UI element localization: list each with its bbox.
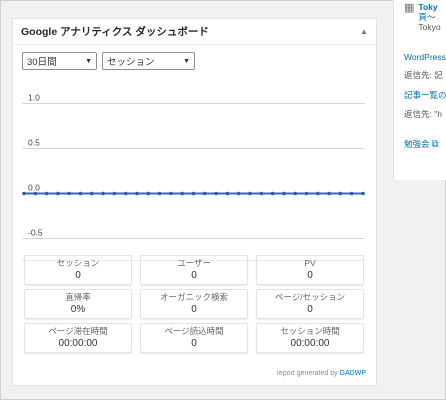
report-footer: report generated by GADWP: [276, 370, 366, 377]
metric-card-bounce-rate: 直帰率 0%: [24, 289, 132, 319]
y-tick-label: -0.5: [28, 228, 43, 238]
data-point[interactable]: [135, 191, 139, 196]
data-point[interactable]: [56, 191, 60, 196]
data-point[interactable]: [123, 191, 128, 196]
chevron-down-icon: ▼: [183, 57, 190, 65]
data-point[interactable]: [236, 191, 241, 196]
metric-select[interactable]: セッション ▼: [102, 52, 195, 70]
widget-title: Google アナリティクス ダッシュボード: [21, 26, 209, 38]
data-point[interactable]: [169, 191, 173, 196]
metric-value: 00:00:00: [290, 338, 330, 349]
data-point[interactable]: [248, 191, 252, 196]
calendar-icon: ▦: [404, 2, 415, 14]
metric-label: セッション時間: [280, 326, 340, 336]
data-point[interactable]: [203, 191, 207, 196]
widget-header[interactable]: Google アナリティクス ダッシュボード ▲: [13, 19, 376, 45]
metric-label: 直帰率: [65, 292, 91, 302]
data-point[interactable]: [338, 191, 343, 196]
metric-value: 0: [191, 304, 197, 315]
data-point[interactable]: [101, 191, 105, 196]
data-point[interactable]: [361, 191, 365, 196]
metric-value: 0: [307, 270, 313, 281]
event-date: 頁〜: [418, 12, 436, 22]
analytics-widget: Google アナリティクス ダッシュボード ▲ 30日間 ▼ セッション ▼ …: [12, 18, 377, 386]
metric-value: 00:00:00: [58, 338, 98, 349]
metric-label: ユーザー: [177, 258, 211, 268]
event-title[interactable]: Toky: [418, 2, 440, 12]
metric-select-value: セッション: [107, 57, 155, 68]
metric-card-sessions: セッション 0: [24, 255, 132, 285]
data-point[interactable]: [33, 191, 38, 196]
meetup-link[interactable]: 勉強会 ⧉: [404, 138, 439, 150]
right-dashboard-panel: ▦ Toky 頁〜 Tokyo WordPress 返信先: 記 記事一覧の 返…: [393, 0, 446, 180]
comment-reply-item[interactable]: 返信先: 記: [404, 69, 443, 81]
y-tick-label: 0.5: [28, 138, 40, 148]
event-details: Toky 頁〜 Tokyo: [418, 2, 440, 32]
data-point[interactable]: [316, 191, 320, 196]
data-point[interactable]: [327, 191, 331, 196]
metric-card-organic-search: オーガニック検索 0: [140, 289, 248, 319]
metric-card-users: ユーザー 0: [140, 255, 248, 285]
chevron-down-icon: ▼: [85, 57, 92, 65]
period-select[interactable]: 30日間 ▼: [22, 52, 97, 70]
metric-label: セッション: [56, 258, 100, 268]
triangle-up-icon[interactable]: ▲: [360, 27, 368, 36]
metric-card-time-on-page: ページ滞在時間 00:00:00: [24, 323, 132, 353]
data-point[interactable]: [22, 191, 26, 196]
news-link[interactable]: WordPress: [404, 52, 446, 62]
metric-value: 0: [191, 338, 197, 349]
metric-value: 0%: [70, 304, 86, 315]
metric-card-pages-per-session: ページ/セッション 0: [256, 289, 364, 319]
y-tick-label: 1.0: [28, 93, 40, 103]
comment-reply-item[interactable]: 返信先: "h: [404, 108, 442, 120]
metric-card-page-load-time: ページ読込時間 0: [140, 323, 248, 353]
metric-label: ページ/セッション: [274, 292, 346, 302]
data-point[interactable]: [214, 191, 218, 196]
period-select-value: 30日間: [27, 57, 57, 68]
filter-controls: 30日間 ▼ セッション ▼: [22, 52, 195, 70]
data-point[interactable]: [112, 191, 117, 196]
metric-label: ページ滞在時間: [48, 326, 108, 336]
data-point[interactable]: [349, 191, 354, 196]
data-point[interactable]: [191, 191, 196, 196]
y-tick-label: 0.0: [28, 183, 40, 193]
data-point[interactable]: [44, 191, 49, 196]
sessions-line-chart: 1.0 0.5 0.0 -0.5: [22, 93, 365, 261]
metric-card-session-duration: セッション時間 00:00:00: [256, 323, 364, 353]
data-point[interactable]: [146, 191, 151, 196]
external-link-icon: ⧉: [431, 139, 439, 150]
metric-label: ページ読込時間: [164, 326, 224, 336]
data-point[interactable]: [67, 191, 71, 196]
gadwp-link[interactable]: GADWP: [340, 370, 366, 377]
data-point[interactable]: [78, 191, 83, 196]
metric-label: PV: [304, 258, 316, 268]
metric-label: オーガニック検索: [159, 292, 228, 302]
data-point[interactable]: [90, 191, 94, 196]
event-item: ▦ Toky 頁〜 Tokyo: [404, 2, 441, 32]
metric-value: 0: [307, 304, 313, 315]
post-list-link[interactable]: 記事一覧の: [404, 89, 446, 101]
data-point[interactable]: [157, 191, 162, 196]
data-point[interactable]: [282, 191, 286, 196]
data-point[interactable]: [180, 191, 184, 196]
metrics-grid: セッション 0 ユーザー 0 PV 0 直帰率 0% オーガニック検索 0 ペー…: [24, 255, 364, 353]
metric-card-pageviews: PV 0: [256, 255, 364, 285]
data-point[interactable]: [293, 191, 298, 196]
metric-value: 0: [75, 270, 81, 281]
footer-text: report generated by: [276, 370, 338, 377]
data-point[interactable]: [304, 191, 309, 196]
event-place: Tokyo: [418, 22, 441, 32]
data-point[interactable]: [259, 191, 264, 196]
meetup-label: 勉強会: [404, 139, 430, 149]
metric-value: 0: [191, 270, 197, 281]
data-point[interactable]: [270, 191, 275, 196]
data-point[interactable]: [225, 191, 230, 196]
